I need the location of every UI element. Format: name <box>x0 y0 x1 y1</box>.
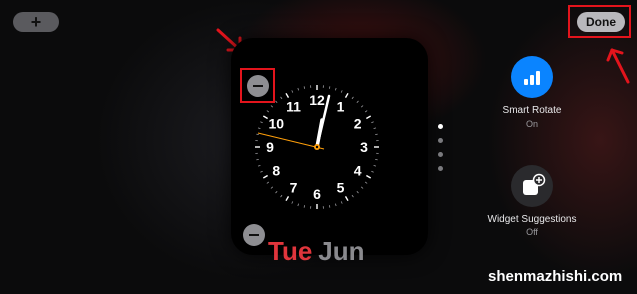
clock-tick <box>344 92 349 98</box>
clock-tick <box>351 194 354 198</box>
clock-tick <box>285 196 290 202</box>
page-indicator[interactable] <box>438 124 443 180</box>
clock-numeral: 10 <box>269 116 285 132</box>
clock-tick <box>291 201 294 204</box>
clock-tick <box>280 96 283 100</box>
clock-tick <box>260 121 263 124</box>
clock-numeral: 8 <box>272 163 280 179</box>
clock-tick <box>303 205 306 208</box>
clock-tick <box>360 105 364 108</box>
clock-numeral: 2 <box>354 116 362 132</box>
clock-tick <box>285 92 290 98</box>
page-dot[interactable] <box>438 124 443 129</box>
clock-tick <box>266 181 270 184</box>
clock-tick <box>328 86 331 89</box>
clock-tick <box>340 90 343 93</box>
clock-tick <box>371 121 374 124</box>
clock-tick <box>257 165 261 167</box>
clock-numeral: 5 <box>337 180 345 196</box>
clock-tick <box>266 110 270 113</box>
clock-tick <box>262 174 268 179</box>
clock-tick <box>375 133 378 136</box>
clock-tick <box>262 115 268 120</box>
clock-tick <box>260 170 263 173</box>
clock-tick <box>375 158 378 161</box>
clock-tick <box>335 87 337 91</box>
remove-widget-button-secondary[interactable] <box>243 224 265 246</box>
page-dot[interactable] <box>438 166 443 171</box>
clock-tick <box>256 133 259 136</box>
clock-tick <box>275 190 278 194</box>
clock-tick <box>364 181 368 184</box>
clock-tick <box>356 100 359 104</box>
clock-tick <box>373 127 377 129</box>
clock-numeral: 1 <box>337 98 345 114</box>
clock-tick <box>303 86 306 89</box>
widget-suggestions-label: Widget Suggestions <box>487 214 577 225</box>
clock-tick <box>335 203 337 207</box>
clock-tick <box>291 90 294 93</box>
clock-tick <box>366 115 372 120</box>
clock-tick <box>297 203 299 207</box>
annotation-arrow-done <box>606 48 630 84</box>
clock-numeral: 7 <box>290 180 298 196</box>
widget-suggestions-toggle[interactable] <box>511 165 553 207</box>
clock-tick <box>366 174 372 179</box>
clock-tick <box>328 205 331 208</box>
clock-tick <box>371 170 374 173</box>
clock-tick <box>373 165 377 167</box>
clock-tick <box>270 186 274 189</box>
page-dot[interactable] <box>438 152 443 157</box>
page-dot[interactable] <box>438 138 443 143</box>
clock-numeral: 11 <box>286 98 301 114</box>
clock-tick <box>280 194 283 198</box>
add-widget-icon <box>523 173 546 195</box>
clock-tick <box>270 105 274 108</box>
clock-tick <box>364 110 368 113</box>
clock-tick <box>360 186 364 189</box>
clock-tick <box>356 190 359 194</box>
watermark: shenmazhishi.com <box>488 268 623 285</box>
date-label: Tue Jun <box>268 236 365 267</box>
smart-rotate-status: On <box>525 119 538 129</box>
clock-tick <box>340 201 343 204</box>
date-day: Tue <box>268 236 313 266</box>
clock-numeral: 4 <box>354 163 362 179</box>
clock-tick <box>275 100 278 104</box>
clock-numeral: 9 <box>266 139 274 155</box>
analog-clock: 12 12 3 45678 9 1011 <box>255 85 379 209</box>
smart-rotate-label: Smart Rotate <box>502 105 562 116</box>
clock-tick <box>351 96 354 100</box>
clock-numeral: 12 <box>309 92 325 108</box>
add-widget-button[interactable]: + <box>13 12 59 32</box>
signal-bars-icon <box>524 71 540 85</box>
date-month: Jun <box>318 236 365 266</box>
clock-tick <box>297 87 299 91</box>
done-button[interactable]: Done <box>577 12 625 32</box>
smart-rotate-toggle[interactable] <box>511 56 553 98</box>
clock-tick <box>257 127 261 129</box>
widget-suggestions-status: Off <box>526 227 538 237</box>
clock-tick <box>344 196 349 202</box>
clock-numeral: 3 <box>360 139 368 155</box>
clock-numeral: 6 <box>313 186 321 202</box>
clock-tick <box>256 158 259 161</box>
